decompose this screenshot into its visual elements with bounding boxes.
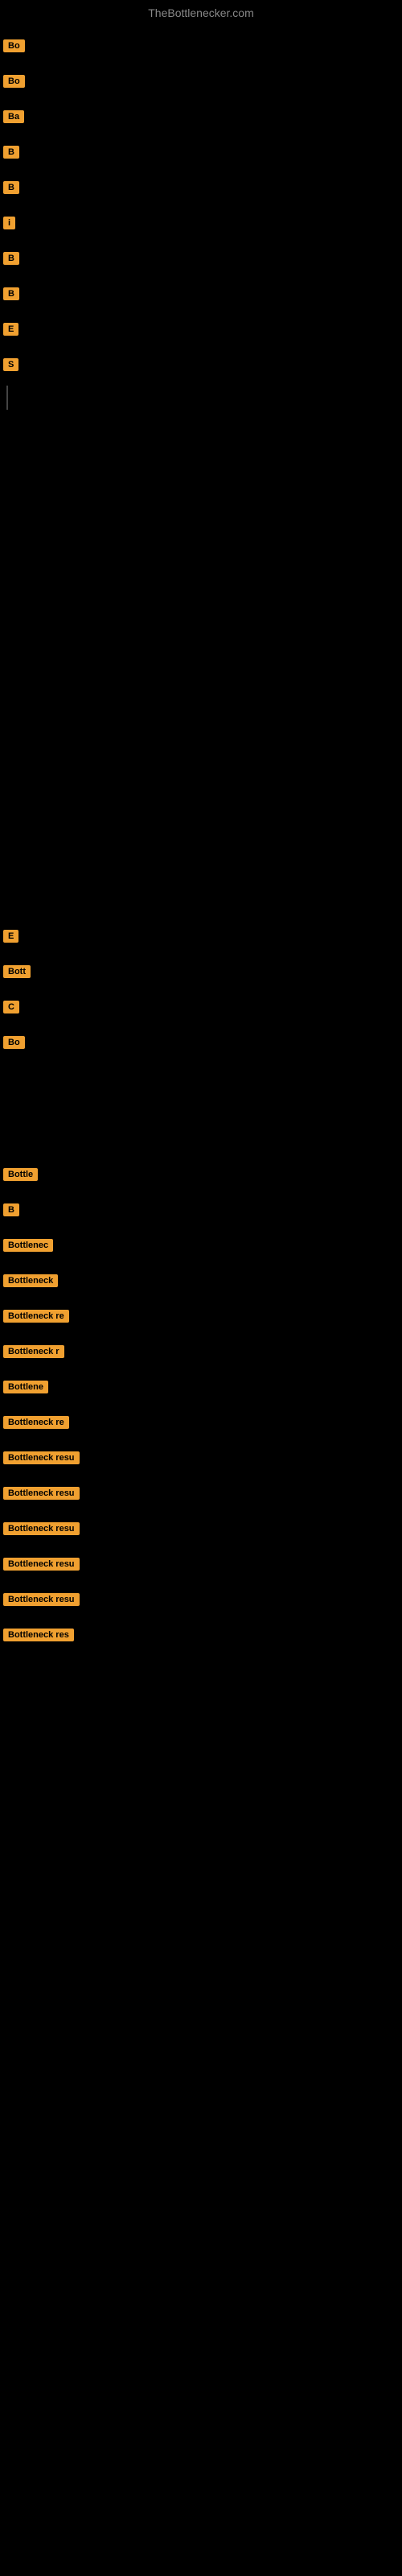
badge-l9[interactable]: Bottleneck resu (3, 1451, 80, 1464)
vertical-divider (2, 383, 400, 412)
chart-area (0, 423, 402, 906)
low-row-5: Bottleneck re (2, 1306, 400, 1327)
badge-b2[interactable]: Bo (3, 75, 25, 88)
badge-l14[interactable]: Bottleneck res (3, 1629, 74, 1641)
low-row-7: Bottlene (2, 1377, 400, 1397)
low-row-12: Bottleneck resu (2, 1554, 400, 1575)
low-row-13: Bottleneck resu (2, 1589, 400, 1610)
row-4: B (2, 142, 400, 163)
row-1: Bo (2, 35, 400, 56)
badge-m3[interactable]: C (3, 1001, 19, 1013)
middle-section: E Bott C Bo (0, 914, 402, 1056)
row-6: i (2, 213, 400, 233)
row-5: B (2, 177, 400, 198)
row-10: S (2, 354, 400, 375)
badge-l5[interactable]: Bottleneck re (3, 1310, 69, 1323)
bottom-spacer (0, 1649, 402, 1729)
low-row-14: Bottleneck res (2, 1624, 400, 1645)
low-row-2: B (2, 1199, 400, 1220)
low-row-8: Bottleneck re (2, 1412, 400, 1433)
low-row-3: Bottlenec (2, 1235, 400, 1256)
badge-l13[interactable]: Bottleneck resu (3, 1593, 80, 1606)
badge-l6[interactable]: Bottleneck r (3, 1345, 64, 1358)
badge-b9[interactable]: E (3, 323, 18, 336)
badge-l3[interactable]: Bottlenec (3, 1239, 53, 1252)
badge-m2[interactable]: Bott (3, 965, 31, 978)
low-row-1: Bottle (2, 1164, 400, 1185)
mid-row-1: E (2, 926, 400, 947)
badge-l2[interactable]: B (3, 1203, 19, 1216)
badge-b6[interactable]: i (3, 217, 15, 229)
badge-l12[interactable]: Bottleneck resu (3, 1558, 80, 1571)
badge-l4[interactable]: Bottleneck (3, 1274, 58, 1287)
badge-l10[interactable]: Bottleneck resu (3, 1487, 80, 1500)
low-row-6: Bottleneck r (2, 1341, 400, 1362)
badge-b4[interactable]: B (3, 146, 19, 159)
mid-row-2: Bott (2, 961, 400, 982)
lower-section: Bottle B Bottlenec Bottleneck Bottleneck… (0, 1153, 402, 1649)
mid-row-3: C (2, 997, 400, 1018)
badge-m1[interactable]: E (3, 930, 18, 943)
vertical-line-icon (6, 386, 8, 410)
row-7: B (2, 248, 400, 269)
badge-l7[interactable]: Bottlene (3, 1381, 48, 1393)
mid-row-4: Bo (2, 1032, 400, 1053)
badge-b7[interactable]: B (3, 252, 19, 265)
row-2: Bo (2, 71, 400, 92)
badge-b10[interactable]: S (3, 358, 18, 371)
low-row-4: Bottleneck (2, 1270, 400, 1291)
row-9: E (2, 319, 400, 340)
site-title: TheBottlenecker.com (0, 0, 402, 26)
low-row-11: Bottleneck resu (2, 1518, 400, 1539)
badge-l8[interactable]: Bottleneck re (3, 1416, 69, 1429)
badge-l11[interactable]: Bottleneck resu (3, 1522, 80, 1535)
badge-b3[interactable]: Ba (3, 110, 24, 123)
badge-b5[interactable]: B (3, 181, 19, 194)
spacer-1 (0, 1056, 402, 1153)
top-section: Bo Bo Ba B B i B B E S (0, 26, 402, 415)
row-8: B (2, 283, 400, 304)
badge-l1[interactable]: Bottle (3, 1168, 38, 1181)
badge-b1[interactable]: Bo (3, 39, 25, 52)
row-3: Ba (2, 106, 400, 127)
badge-m4[interactable]: Bo (3, 1036, 25, 1049)
badge-b8[interactable]: B (3, 287, 19, 300)
low-row-9: Bottleneck resu (2, 1447, 400, 1468)
low-row-10: Bottleneck resu (2, 1483, 400, 1504)
